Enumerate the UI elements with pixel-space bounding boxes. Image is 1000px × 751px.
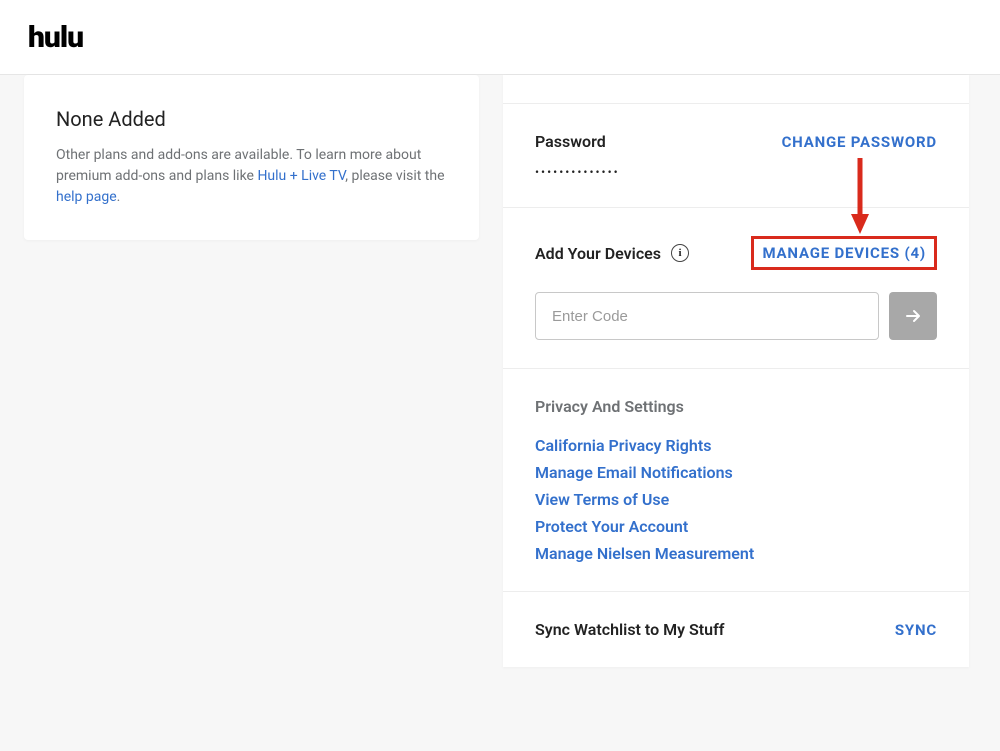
privacy-settings-title: Privacy And Settings bbox=[535, 397, 937, 416]
addons-card: None Added Other plans and add-ons are a… bbox=[24, 75, 479, 240]
california-privacy-link[interactable]: California Privacy Rights bbox=[535, 436, 937, 455]
manage-devices-link[interactable]: MANAGE DEVICES (4) bbox=[751, 236, 937, 270]
info-icon[interactable]: i bbox=[671, 244, 689, 262]
terms-of-use-link[interactable]: View Terms of Use bbox=[535, 490, 937, 509]
devices-section: Add Your Devices i MANAGE DEVICES (4) bbox=[503, 207, 969, 368]
settings-column: Password CHANGE PASSWORD •••••••••••••• … bbox=[503, 75, 969, 667]
help-page-link[interactable]: help page bbox=[56, 189, 117, 205]
sync-link[interactable]: SYNC bbox=[895, 621, 937, 639]
manage-email-link[interactable]: Manage Email Notifications bbox=[535, 463, 937, 482]
site-header: hulu bbox=[0, 0, 1000, 75]
desc-text-3: . bbox=[117, 189, 121, 205]
sync-watchlist-label: Sync Watchlist to My Stuff bbox=[535, 620, 724, 639]
protect-account-link[interactable]: Protect Your Account bbox=[535, 517, 937, 536]
hulu-logo[interactable]: hulu bbox=[28, 20, 83, 55]
sync-section: Sync Watchlist to My Stuff SYNC bbox=[503, 591, 969, 667]
arrow-right-icon bbox=[903, 306, 923, 326]
addons-title: None Added bbox=[56, 107, 447, 131]
password-label: Password bbox=[535, 132, 606, 151]
addons-description: Other plans and add-ons are available. T… bbox=[56, 145, 447, 208]
desc-text-2: , please visit the bbox=[345, 168, 444, 184]
change-password-link[interactable]: CHANGE PASSWORD bbox=[782, 133, 937, 151]
add-devices-label: Add Your Devices bbox=[535, 244, 661, 263]
nielsen-measurement-link[interactable]: Manage Nielsen Measurement bbox=[535, 544, 937, 563]
submit-code-button[interactable] bbox=[889, 292, 937, 340]
hulu-live-tv-link[interactable]: Hulu + Live TV bbox=[257, 168, 345, 184]
password-section: Password CHANGE PASSWORD •••••••••••••• bbox=[503, 103, 969, 207]
privacy-section: Privacy And Settings California Privacy … bbox=[503, 368, 969, 591]
device-code-input[interactable] bbox=[535, 292, 879, 340]
spacer-section bbox=[503, 75, 969, 103]
content-area: None Added Other plans and add-ons are a… bbox=[0, 75, 1000, 667]
password-masked: •••••••••••••• bbox=[535, 165, 937, 179]
